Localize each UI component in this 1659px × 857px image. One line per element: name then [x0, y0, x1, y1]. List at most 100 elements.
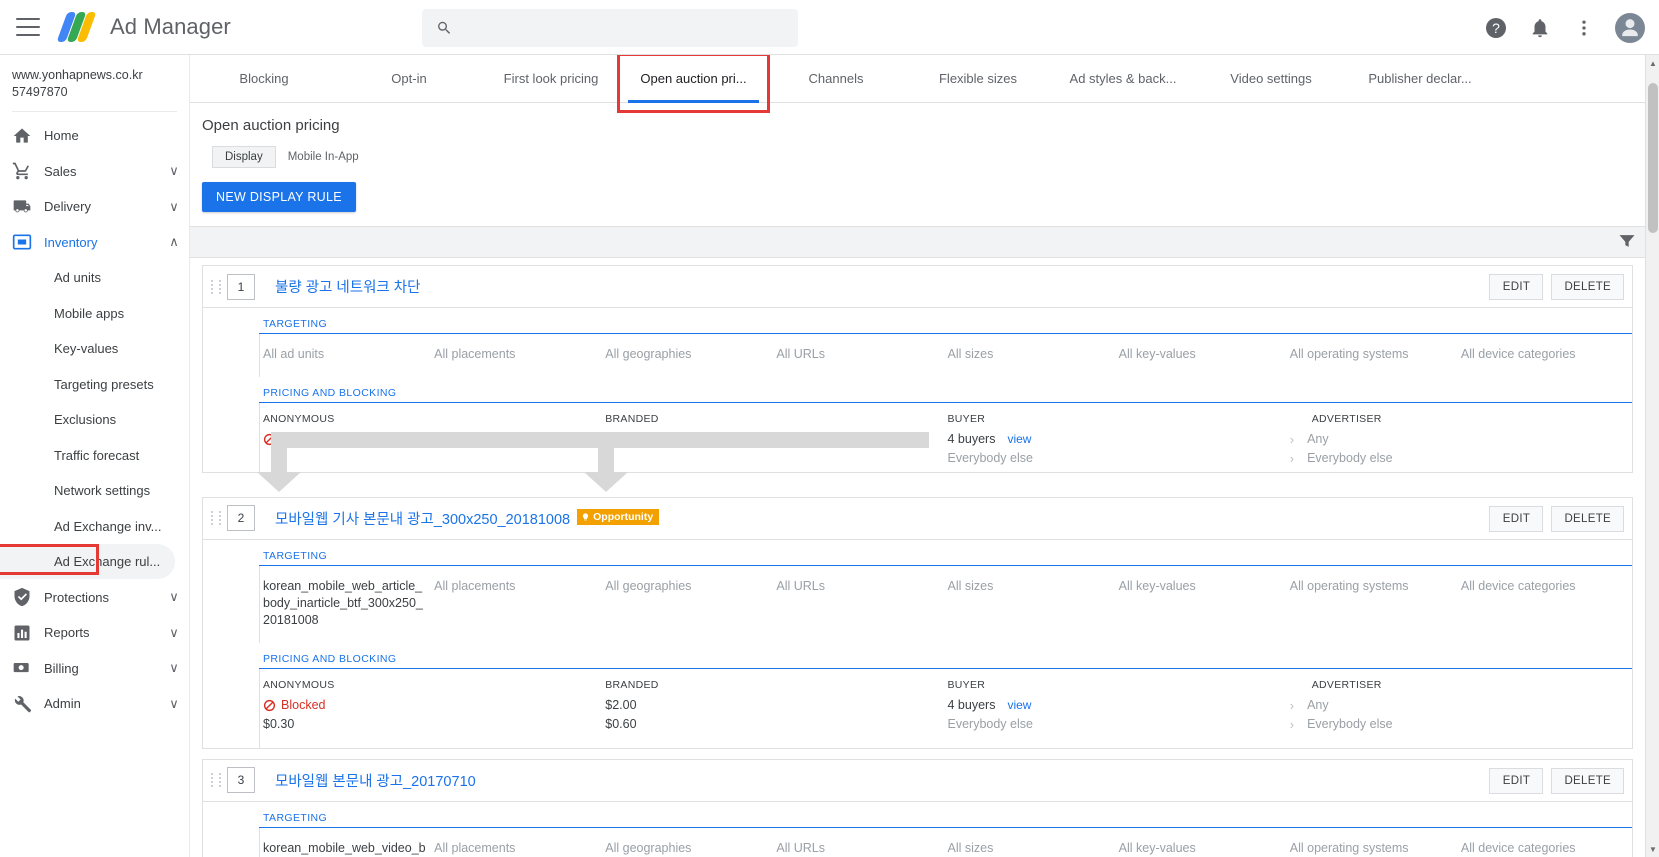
- sidebar-item-admin[interactable]: Admin ∨: [0, 686, 189, 722]
- sidebar-item-billing[interactable]: Billing ∨: [0, 650, 189, 686]
- search-box[interactable]: [422, 9, 798, 47]
- advertiser-text: Everybody else: [1307, 717, 1393, 731]
- buyer-value-2: Everybody else: [947, 717, 1033, 731]
- rule-targeting-section: TARGETING korean_mobile_web_video_body_i…: [203, 802, 1632, 857]
- chevron-down-icon[interactable]: ∨: [159, 163, 189, 179]
- more-vert-icon[interactable]: [1571, 15, 1597, 41]
- chevron-right-icon[interactable]: ›: [1290, 432, 1294, 447]
- rule-card-header: 3 모바일웹 본문내 광고_20170710 EDIT DELETE: [203, 760, 1632, 802]
- account-avatar[interactable]: [1615, 12, 1645, 43]
- chevron-right-icon[interactable]: ›: [1290, 717, 1294, 732]
- chevron-down-icon[interactable]: ∨: [159, 696, 189, 712]
- rule-title[interactable]: 불량 광고 네트워크 차단: [275, 276, 421, 297]
- tab-opt-in[interactable]: Opt-in: [338, 55, 480, 102]
- column-header-anonymous: ANONYMOUS: [263, 678, 335, 691]
- branded-value-1: Blocked: [605, 430, 937, 449]
- tab-publisher-declaration[interactable]: Publisher declar...: [1345, 55, 1495, 102]
- sidebar-item-sales[interactable]: Sales ∨: [0, 153, 189, 189]
- advertiser-value-2: › Everybody else: [1290, 715, 1622, 734]
- tab-flexible-sizes[interactable]: Flexible sizes: [907, 55, 1049, 102]
- sidebar-item-traffic-forecast[interactable]: Traffic forecast: [0, 437, 189, 473]
- sidebar-item-ad-exchange-inventory[interactable]: Ad Exchange inv...: [0, 508, 189, 544]
- tab-first-look-pricing[interactable]: First look pricing: [480, 55, 622, 102]
- sidebar-item-inventory[interactable]: Inventory ∧: [0, 224, 189, 260]
- segment-display[interactable]: Display: [212, 146, 276, 168]
- top-bar-actions: ?: [1483, 0, 1645, 55]
- drag-handle-icon[interactable]: [211, 508, 223, 528]
- pricing-advertiser: ADVERTISER › Any › Everybody else: [1290, 679, 1632, 734]
- sidebar: www.yonhapnews.co.kr 57497870 Home Sales…: [0, 55, 190, 857]
- buyer-view-link[interactable]: view: [1007, 432, 1031, 446]
- sidebar-item-delivery[interactable]: Delivery ∨: [0, 189, 189, 225]
- drag-handle-icon[interactable]: [211, 277, 223, 297]
- sidebar-nav: Home Sales ∨ Delivery ∨ Inventory ∧ Ad u…: [0, 112, 189, 722]
- scrollbar-thumb[interactable]: [1648, 83, 1658, 233]
- sidebar-item-key-values[interactable]: Key-values: [0, 331, 189, 367]
- targeting-urls: All URLs: [776, 840, 825, 855]
- chevron-down-icon[interactable]: ∨: [159, 625, 189, 641]
- bell-icon[interactable]: [1527, 15, 1553, 41]
- branded-value-2: [605, 449, 937, 468]
- sidebar-item-network-settings[interactable]: Network settings: [0, 473, 189, 509]
- sidebar-item-label: Reports: [44, 625, 90, 640]
- chevron-down-icon[interactable]: ∨: [159, 660, 189, 676]
- buyer-value-1: 4 buyers view: [948, 696, 1280, 715]
- sidebar-item-protections[interactable]: Protections ∨: [0, 579, 189, 615]
- opportunity-badge[interactable]: Opportunity: [577, 509, 660, 526]
- delete-button[interactable]: DELETE: [1551, 505, 1624, 532]
- hamburger-menu-icon[interactable]: [16, 18, 40, 36]
- chevron-down-icon[interactable]: ∨: [159, 589, 189, 605]
- chevron-right-icon[interactable]: ›: [1290, 698, 1294, 713]
- rule-title[interactable]: 모바일웹 기사 본문내 광고_300x250_20181008: [275, 508, 570, 529]
- chevron-up-icon[interactable]: ∧: [159, 234, 189, 250]
- ad-manager-logo: [56, 12, 97, 42]
- delete-button[interactable]: DELETE: [1551, 767, 1624, 794]
- sidebar-item-mobile-apps[interactable]: Mobile apps: [0, 295, 189, 331]
- edit-button[interactable]: EDIT: [1489, 274, 1544, 300]
- delete-button[interactable]: DELETE: [1551, 274, 1624, 300]
- tab-open-auction-pricing[interactable]: Open auction pri...: [617, 55, 770, 113]
- rule-title[interactable]: 모바일웹 본문내 광고_20170710: [275, 770, 476, 791]
- page-scrollbar[interactable]: ▲ ▼: [1645, 55, 1659, 857]
- edit-button[interactable]: EDIT: [1489, 505, 1544, 532]
- rule-list[interactable]: 1 불량 광고 네트워크 차단 EDIT DELETE TARGETING Al…: [190, 255, 1659, 857]
- sidebar-item-reports[interactable]: Reports ∨: [0, 615, 189, 651]
- tab-video-settings[interactable]: Video settings: [1197, 55, 1345, 102]
- app-shell: www.yonhapnews.co.kr 57497870 Home Sales…: [0, 55, 1659, 857]
- scroll-up-arrow[interactable]: ▲: [1646, 55, 1659, 71]
- filter-icon[interactable]: [1617, 231, 1637, 254]
- targeting-geographies: All geographies: [605, 347, 692, 361]
- search-input[interactable]: [464, 19, 784, 37]
- tab-label: Channels: [808, 71, 864, 86]
- chevron-right-icon[interactable]: ›: [1290, 451, 1294, 466]
- buyer-view-link[interactable]: view: [1007, 698, 1031, 712]
- tab-ad-styles-backgrounds[interactable]: Ad styles & back...: [1049, 55, 1197, 102]
- pricing-buyer: BUYER 4 buyers view Everybody else: [948, 679, 1290, 734]
- filter-bar: [190, 226, 1659, 258]
- rule-order-number[interactable]: 1: [227, 273, 255, 300]
- scroll-down-arrow[interactable]: ▼: [1646, 841, 1659, 857]
- tab-channels[interactable]: Channels: [765, 55, 907, 102]
- section-rail: [259, 827, 260, 857]
- rule-card-header: 2 모바일웹 기사 본문내 광고_300x250_20181008 Opport…: [203, 498, 1632, 540]
- sidebar-item-exclusions[interactable]: Exclusions: [0, 402, 189, 438]
- account-info: www.yonhapnews.co.kr 57497870: [0, 55, 189, 111]
- sidebar-item-ad-units[interactable]: Ad units: [0, 260, 189, 296]
- inventory-icon: [0, 232, 44, 252]
- new-display-rule-button[interactable]: NEW DISPLAY RULE: [202, 182, 356, 212]
- sidebar-subitem-label: Network settings: [54, 483, 151, 498]
- tab-blocking[interactable]: Blocking: [190, 55, 338, 102]
- edit-button[interactable]: EDIT: [1489, 767, 1544, 794]
- tab-label: Publisher declar...: [1368, 71, 1472, 86]
- sidebar-item-targeting-presets[interactable]: Targeting presets: [0, 366, 189, 402]
- segment-mobile-in-app[interactable]: Mobile In-App: [276, 146, 371, 168]
- sidebar-item-home[interactable]: Home: [0, 118, 189, 154]
- section-rail: [259, 565, 260, 643]
- chevron-down-icon[interactable]: ∨: [159, 199, 189, 215]
- rule-order-number[interactable]: 3: [227, 767, 255, 793]
- sidebar-item-ad-exchange-rules[interactable]: Ad Exchange rul...: [0, 543, 175, 580]
- help-icon[interactable]: ?: [1483, 15, 1509, 41]
- drag-handle-icon[interactable]: [211, 770, 223, 790]
- sidebar-subitem-label: Traffic forecast: [54, 447, 140, 463]
- rule-order-number[interactable]: 2: [227, 505, 255, 532]
